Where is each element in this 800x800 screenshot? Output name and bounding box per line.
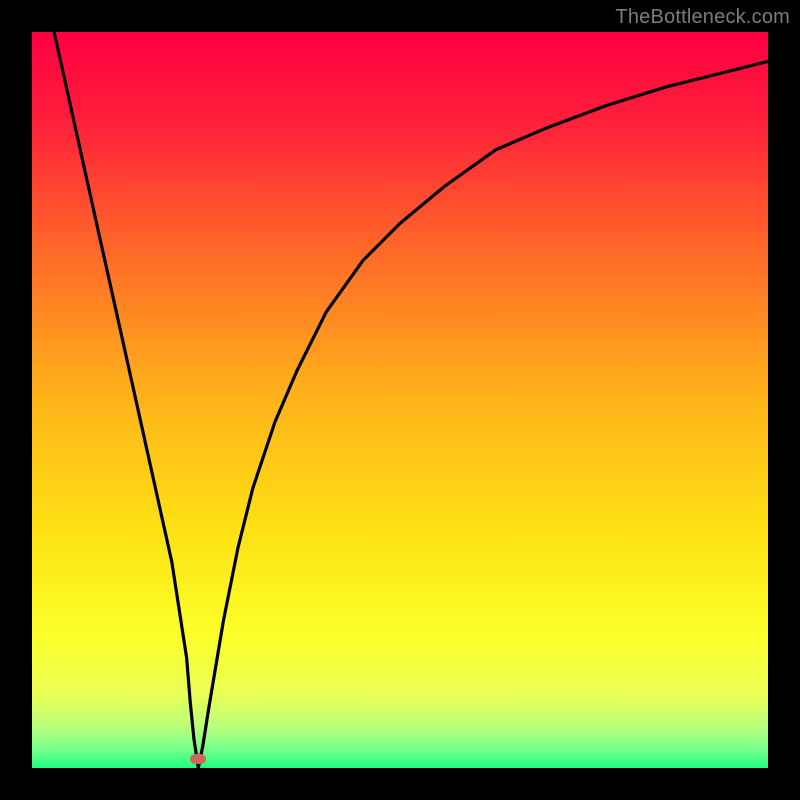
watermark-text: TheBottleneck.com [615, 6, 790, 29]
optimum-marker [190, 754, 206, 764]
plot-area [32, 32, 768, 768]
chart-frame: TheBottleneck.com [0, 0, 800, 800]
curve-layer [32, 32, 768, 768]
bottleneck-curve [54, 32, 768, 768]
